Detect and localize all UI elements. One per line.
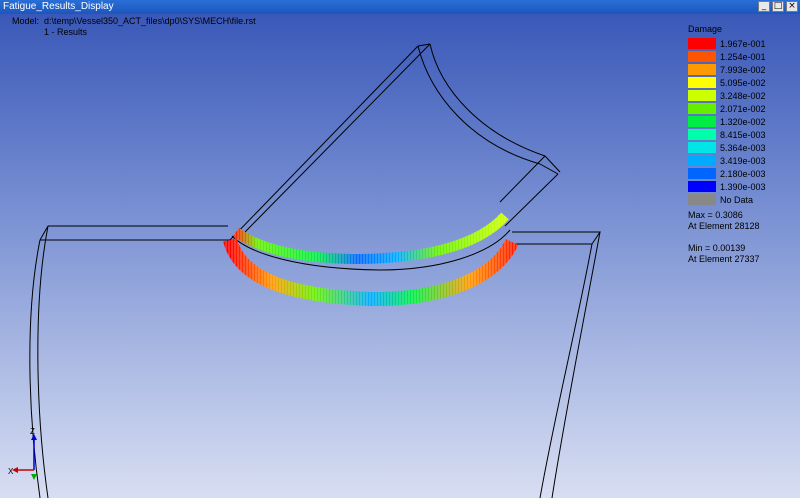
legend-entry: 8.415e-003 [688,128,766,141]
legend-swatch [688,155,716,166]
legend-value: 3.419e-003 [720,155,766,166]
result-set-label: 1 - Results [44,27,88,37]
min-value: Min = 0.00139 [688,243,746,253]
legend-entry: 7.993e-002 [688,63,766,76]
legend-value: 1.967e-001 [720,38,766,49]
legend-value: 3.248e-002 [720,90,766,101]
legend-swatch [688,194,716,205]
legend-value: No Data [720,194,754,205]
max-element: At Element 28128 [688,221,760,231]
legend-value: 2.071e-002 [720,103,766,114]
legend-entry: 2.180e-003 [688,167,766,180]
legend-entry: 3.419e-003 [688,154,766,167]
legend-swatch [688,64,716,75]
legend-swatch [688,129,716,140]
max-value: Max = 0.3086 [688,210,743,220]
legend-value: 8.415e-003 [720,129,766,140]
legend-entry: 1.390e-003 [688,180,766,193]
legend-entry: 1.320e-002 [688,115,766,128]
legend-value: 1.320e-002 [720,116,766,127]
damage-legend: Damage 1.967e-001 1.254e-001 7.993e-002 5.0… [688,24,766,265]
legend-swatch [688,116,716,127]
legend-entry: 3.248e-002 [688,89,766,102]
model-label: Model: [12,16,40,26]
model-path: d:\temp\Vessel350_ACT_files\dp0\SYS\MECH… [44,16,256,26]
legend-entry: 2.071e-002 [688,102,766,115]
legend-title: Damage [688,24,723,34]
model-geometry [29,43,601,498]
legend-value: 1.254e-001 [720,51,766,62]
legend-value: 7.993e-002 [720,64,766,75]
minimize-button[interactable]: _ [758,1,770,12]
legend-entry: 1.254e-001 [688,50,766,63]
legend-swatch [688,103,716,114]
legend-entry: 5.364e-003 [688,141,766,154]
legend-entry: No Data [688,193,766,206]
legend-swatch [688,38,716,49]
window-titlebar[interactable]: Fatigue_Results_Display _ □ × [0,0,800,14]
min-element: At Element 27337 [688,254,760,264]
axis-triad-icon: Z X [8,427,37,480]
close-button[interactable]: × [786,1,798,12]
legend-swatch [688,181,716,192]
legend-swatch [688,51,716,62]
legend-value: 5.095e-002 [720,77,766,88]
legend-entry: 1.967e-001 [688,37,766,50]
graphics-viewport[interactable]: Model: d:\temp\Vessel350_ACT_files\dp0\S… [0,14,800,498]
legend-value: 5.364e-003 [720,142,766,153]
legend-value: 2.180e-003 [720,168,766,179]
legend-swatch [688,142,716,153]
window-title: Fatigue_Results_Display [3,1,114,12]
maximize-button[interactable]: □ [772,1,784,12]
legend-swatch [688,77,716,88]
legend-entry: 5.095e-002 [688,76,766,89]
triad-x-label: X [8,467,14,476]
legend-value: 1.390e-003 [720,181,766,192]
triad-z-label: Z [30,427,35,436]
model-info: Model: d:\temp\Vessel350_ACT_files\dp0\S… [12,16,256,38]
legend-swatch [688,168,716,179]
legend-swatch [688,90,716,101]
